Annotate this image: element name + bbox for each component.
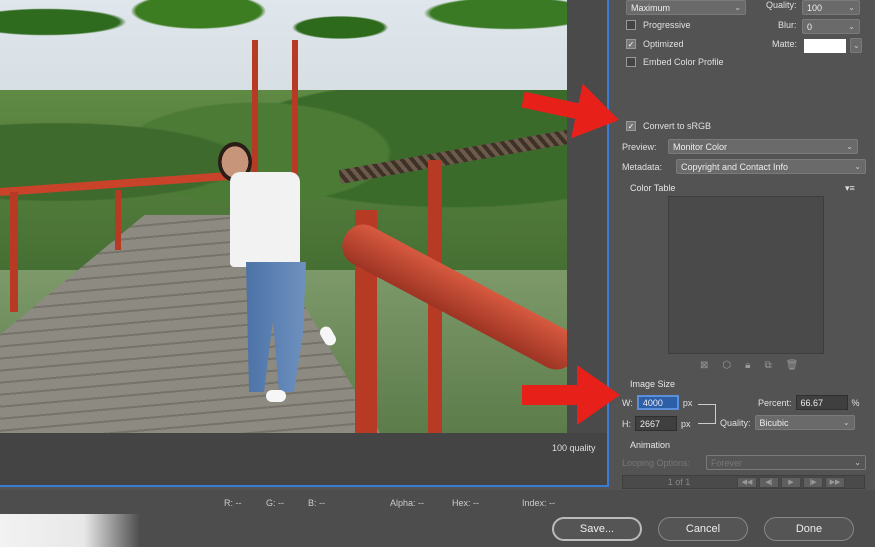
color-table-menu-icon[interactable]: ▾≡	[845, 183, 855, 194]
optimized-label: Optimized	[643, 39, 684, 49]
height-unit: px	[681, 418, 691, 429]
image-preview	[0, 0, 567, 433]
progressive-label: Progressive	[643, 20, 691, 30]
quality-label: Quality:	[766, 0, 797, 10]
done-button[interactable]: Done	[764, 517, 854, 541]
matte-label: Matte:	[772, 39, 798, 49]
looping-value: Forever	[711, 457, 743, 468]
map-colors-icon[interactable]: ⊠	[700, 360, 708, 371]
blur-input[interactable]: 0 ⌄	[802, 19, 860, 34]
web-shift-icon[interactable]: ⬡	[722, 360, 731, 371]
resample-quality-select[interactable]: Bicubic ⌄	[754, 415, 855, 430]
preview-quality-status: 100 quality	[552, 443, 596, 453]
animation-controls: 1 of 1 ◀◀ ◀| ▶ |▶ ▶▶	[622, 475, 865, 489]
color-table[interactable]	[668, 196, 824, 354]
width-input[interactable]: 4000	[636, 395, 679, 410]
photo-post	[10, 192, 18, 312]
chevron-down-icon: ⌄	[848, 3, 855, 12]
embed-profile-label: Embed Color Profile	[643, 57, 724, 67]
status-b: B: --	[308, 498, 325, 508]
quality-input[interactable]: 100 ⌄	[802, 0, 860, 15]
looping-select[interactable]: Forever ⌄	[706, 455, 866, 470]
compression-value: Maximum	[631, 2, 671, 13]
photo-post	[115, 190, 121, 250]
red-arrow-icon	[522, 83, 619, 139]
height-input[interactable]: 2667	[635, 416, 677, 431]
compression-select[interactable]: Maximum ⌄	[626, 0, 746, 15]
chevron-down-icon: ⌄	[854, 162, 861, 171]
progressive-checkbox[interactable]	[626, 20, 636, 30]
save-button[interactable]: Save...	[552, 517, 642, 541]
quality-value: 100	[807, 2, 823, 13]
chevron-down-icon: ⌄	[734, 3, 741, 12]
width-label: W:	[622, 397, 633, 408]
color-table-toolbar: ⊠ ⬡ 🔒︎ ⧉ 🗑︎	[700, 360, 798, 371]
status-alpha: Alpha: --	[390, 498, 425, 508]
trash-icon[interactable]: 🗑︎	[786, 360, 799, 371]
convert-srgb-label: Convert to sRGB	[643, 121, 712, 131]
chevron-down-icon: ⌄	[853, 41, 860, 50]
background-page	[0, 514, 140, 547]
constrain-link-icon[interactable]	[698, 404, 716, 424]
person-shoe	[266, 390, 286, 402]
person-shoe	[317, 324, 339, 348]
frame-counter: 1 of 1	[667, 477, 691, 487]
metadata-label: Metadata:	[622, 161, 663, 172]
metadata-value: Copyright and Contact Info	[681, 161, 789, 172]
resample-quality-value: Bicubic	[759, 417, 789, 428]
person-shirt	[230, 172, 300, 267]
blur-label: Blur:	[778, 20, 797, 30]
play-icon[interactable]: ▶	[781, 476, 801, 488]
chevron-down-icon: ⌄	[848, 22, 855, 31]
convert-srgb-checkbox[interactable]: ✓	[626, 121, 636, 131]
blur-value: 0	[807, 21, 813, 32]
first-frame-icon[interactable]: ◀◀	[737, 476, 757, 488]
matte-swatch[interactable]	[804, 38, 846, 53]
chevron-down-icon: ⌄	[842, 418, 850, 427]
width-unit: px	[682, 397, 693, 408]
photo-leaves	[0, 0, 567, 110]
metadata-select[interactable]: Copyright and Contact Info ⌄	[676, 159, 866, 174]
status-g: G: --	[266, 498, 284, 508]
chevron-down-icon: ⌄	[854, 458, 861, 467]
lock-icon[interactable]: 🔒︎	[745, 360, 750, 371]
status-r: R: --	[224, 498, 242, 508]
preview-value: Monitor Color	[673, 141, 728, 152]
photo-person	[218, 142, 339, 412]
preview-label: Preview:	[622, 141, 657, 152]
person-jeans	[246, 262, 306, 392]
percent-label: Percent:	[758, 397, 792, 408]
matte-dropdown[interactable]: ⌄	[850, 38, 862, 53]
animation-title: Animation	[630, 440, 671, 450]
embed-profile-checkbox[interactable]	[626, 57, 636, 67]
status-hex: Hex: --	[452, 498, 479, 508]
resample-quality-label: Quality:	[720, 417, 751, 428]
settings-panel: Maximum ⌄ Quality: 100 ⌄ Progressive Blur:…	[612, 0, 875, 490]
last-frame-icon[interactable]: ▶▶	[825, 476, 845, 488]
new-color-icon[interactable]: ⧉	[764, 360, 771, 371]
chevron-down-icon: ⌄	[846, 142, 853, 151]
preview-select[interactable]: Monitor Color ⌄	[668, 139, 858, 154]
height-label: H:	[622, 418, 631, 429]
next-frame-icon[interactable]: |▶	[803, 476, 823, 488]
percent-input[interactable]: 66.67	[795, 395, 848, 410]
looping-label: Looping Options:	[622, 457, 691, 468]
red-arrow-icon	[522, 365, 620, 425]
status-index: Index: --	[522, 498, 556, 508]
percent-unit: %	[851, 397, 860, 408]
image-size-title: Image Size	[630, 379, 676, 389]
prev-frame-icon[interactable]: ◀|	[759, 476, 779, 488]
color-table-title: Color Table	[630, 183, 676, 193]
cancel-button[interactable]: Cancel	[658, 517, 748, 541]
preview-info-strip	[0, 433, 608, 485]
optimized-checkbox[interactable]: ✓	[626, 39, 636, 49]
